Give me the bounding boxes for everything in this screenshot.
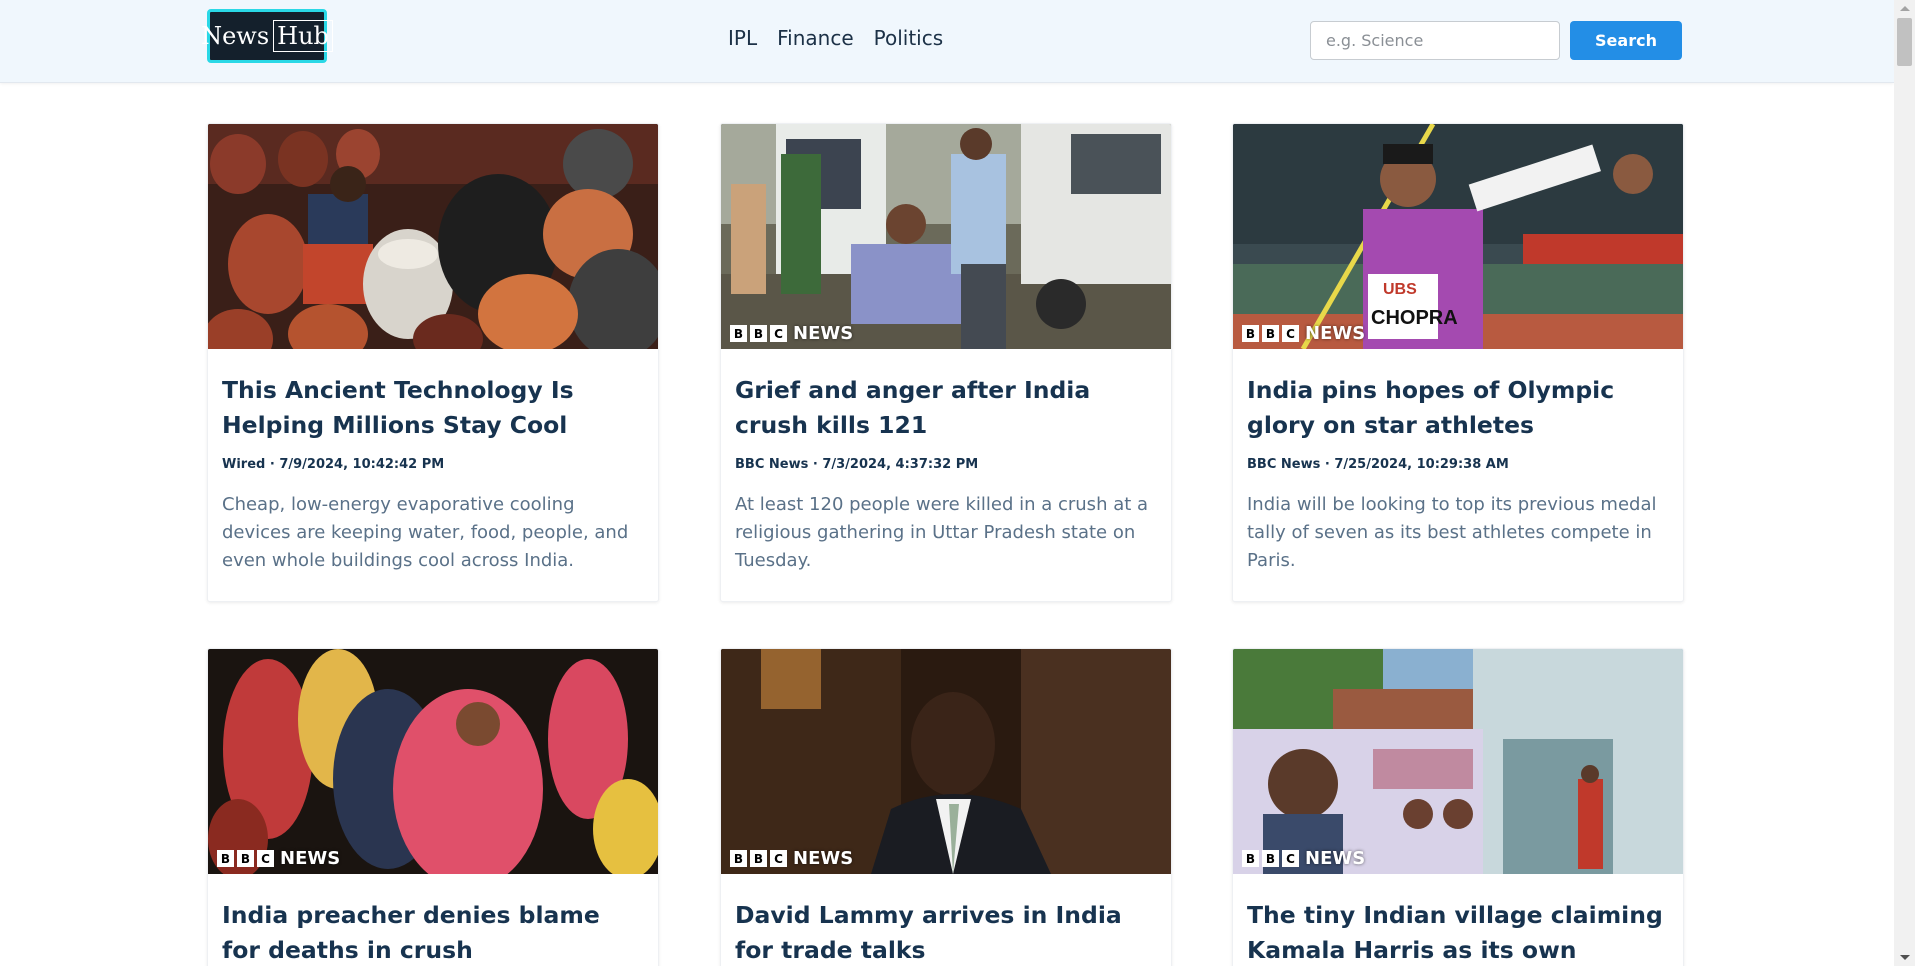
article-title[interactable]: This Ancient Technology Is Helping Milli… xyxy=(222,373,644,443)
badge-word: NEWS xyxy=(1305,848,1366,869)
badge-letter: B xyxy=(1262,850,1279,867)
article-image-ambulance[interactable]: B B C NEWS xyxy=(721,124,1171,349)
javelin-athlete-illustration: UBS CHOPRA ZURICH xyxy=(1233,124,1683,349)
bib-top-text: UBS xyxy=(1383,281,1417,298)
badge-letter: B xyxy=(730,850,747,867)
site-logo[interactable]: News Hub xyxy=(201,9,333,63)
badge-letter: B xyxy=(237,850,254,867)
badge-letter: B xyxy=(750,325,767,342)
scroll-down-arrow-icon[interactable] xyxy=(1900,955,1910,960)
vertical-scrollbar[interactable] xyxy=(1894,0,1915,966)
search-input[interactable] xyxy=(1310,21,1560,60)
badge-letter: B xyxy=(1242,850,1259,867)
badge-word: NEWS xyxy=(1305,323,1366,344)
article-title[interactable]: Grief and anger after India crush kills … xyxy=(735,373,1157,443)
article-title[interactable]: India pins hopes of Olympic glory on sta… xyxy=(1247,373,1669,443)
article-meta: Wired · 7/9/2024, 10:42:42 PM xyxy=(222,457,445,472)
mourning-women-illustration xyxy=(208,649,658,874)
article-title[interactable]: India preacher denies blame for deaths i… xyxy=(222,898,644,966)
article-card[interactable]: This Ancient Technology Is Helping Milli… xyxy=(207,123,659,602)
category-nav: IPL Finance Politics xyxy=(728,26,943,50)
logo-news-text: News xyxy=(201,22,270,50)
article-card[interactable]: B B C NEWS The tiny Indian village claim… xyxy=(1232,648,1684,966)
bbc-news-badge: B B C NEWS xyxy=(730,848,853,869)
nav-link-ipl[interactable]: IPL xyxy=(728,26,757,50)
article-card[interactable]: B B C NEWS David Lammy arrives in India … xyxy=(720,648,1172,966)
badge-letter: B xyxy=(217,850,234,867)
article-title[interactable]: The tiny Indian village claiming Kamala … xyxy=(1247,898,1669,966)
bbc-news-badge: B B C NEWS xyxy=(217,848,340,869)
article-image-village[interactable]: B B C NEWS xyxy=(1233,649,1683,874)
bbc-news-badge: B B C NEWS xyxy=(1242,323,1365,344)
badge-letter: C xyxy=(1282,325,1299,342)
clay-pots-illustration xyxy=(208,124,658,349)
badge-letter: B xyxy=(730,325,747,342)
search-button[interactable]: Search xyxy=(1570,21,1682,60)
badge-word: NEWS xyxy=(793,323,854,344)
bbc-news-badge: B B C NEWS xyxy=(730,323,853,344)
article-image-lammy[interactable]: B B C NEWS xyxy=(721,649,1171,874)
badge-letter: C xyxy=(257,850,274,867)
page: News Hub IPL Finance Politics Search xyxy=(0,0,1915,966)
scrollbar-thumb[interactable] xyxy=(1897,18,1912,66)
badge-letter: C xyxy=(770,325,787,342)
article-title[interactable]: David Lammy arrives in India for trade t… xyxy=(735,898,1157,966)
article-card[interactable]: B B C NEWS India preacher denies blame f… xyxy=(207,648,659,966)
badge-letter: B xyxy=(1262,325,1279,342)
bbc-news-badge: B B C NEWS xyxy=(1242,848,1365,869)
bib-name-text: CHOPRA xyxy=(1371,307,1458,329)
logo-hub-text: Hub xyxy=(273,20,333,52)
badge-word: NEWS xyxy=(280,848,341,869)
man-in-suit-illustration xyxy=(721,649,1171,874)
article-meta: BBC News · 7/3/2024, 4:37:32 PM xyxy=(735,457,979,472)
article-description: Cheap, low-energy evaporative cooling de… xyxy=(222,494,629,571)
article-image-javelin[interactable]: UBS CHOPRA ZURICH B B C NEWS xyxy=(1233,124,1683,349)
bib-city-text: ZURICH xyxy=(1385,329,1423,340)
article-description: India will be looking to top its previou… xyxy=(1247,494,1657,571)
scroll-up-arrow-icon[interactable] xyxy=(1900,6,1910,11)
badge-letter: B xyxy=(750,850,767,867)
article-card[interactable]: UBS CHOPRA ZURICH B B C NEWS India pins … xyxy=(1232,123,1684,602)
badge-letter: B xyxy=(1242,325,1259,342)
article-card[interactable]: B B C NEWS Grief and anger after India c… xyxy=(720,123,1172,602)
nav-link-politics[interactable]: Politics xyxy=(874,26,944,50)
badge-word: NEWS xyxy=(793,848,854,869)
top-navbar: News Hub IPL Finance Politics Search xyxy=(0,0,1894,83)
article-meta: BBC News · 7/25/2024, 10:29:38 AM xyxy=(1247,457,1509,472)
article-image-clay-pots[interactable] xyxy=(208,124,658,349)
article-image-mourning[interactable]: B B C NEWS xyxy=(208,649,658,874)
article-description: At least 120 people were killed in a cru… xyxy=(735,494,1149,571)
village-banner-illustration xyxy=(1233,649,1683,874)
badge-letter: C xyxy=(1282,850,1299,867)
nav-link-finance[interactable]: Finance xyxy=(777,26,854,50)
badge-letter: C xyxy=(770,850,787,867)
ambulance-grief-illustration xyxy=(721,124,1171,349)
